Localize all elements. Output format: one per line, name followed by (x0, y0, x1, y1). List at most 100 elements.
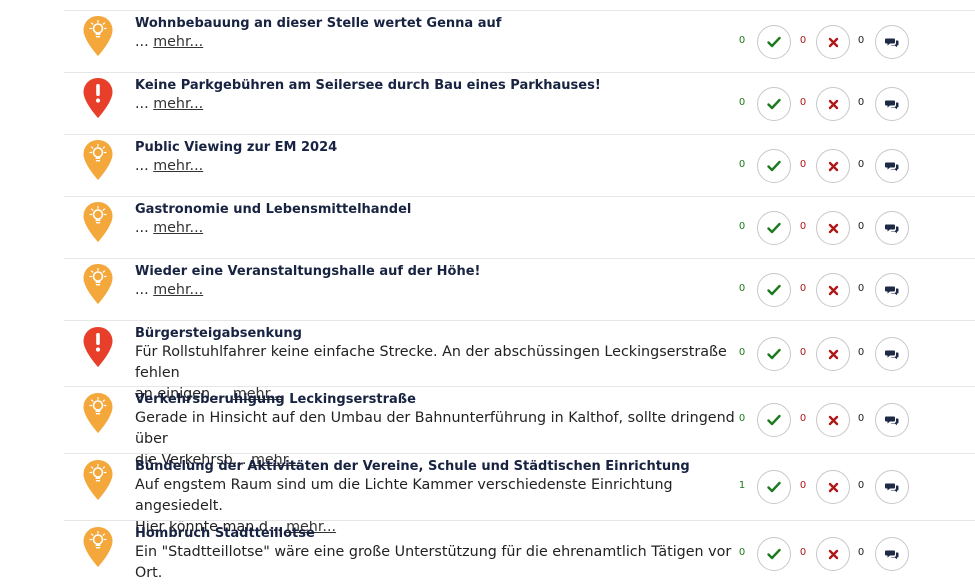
item-text: Wieder eine Veranstaltungshalle auf der … (135, 263, 740, 301)
list-item-6: Bürgersteigabsenkung Für Rollstuhlfahrer… (64, 320, 975, 402)
comments-icon (885, 100, 899, 109)
comment-button[interactable] (875, 470, 909, 504)
reject-button[interactable] (816, 403, 850, 437)
item-title[interactable]: Verkehrsberuhigung Leckingserstraße (135, 391, 740, 408)
reject-count: 0 (799, 97, 807, 108)
list-item-4: Gastronomie und Lebensmittelhandel ... m… (64, 196, 975, 258)
comment-button[interactable] (875, 337, 909, 371)
comment-button[interactable] (875, 537, 909, 571)
approve-button[interactable] (757, 337, 791, 371)
more-link[interactable]: mehr... (153, 220, 203, 236)
map-pin (82, 263, 114, 305)
x-icon (828, 482, 838, 492)
item-text: Keine Parkgebühren am Seilersee durch Ba… (135, 77, 740, 115)
x-icon (828, 549, 838, 559)
reject-count: 0 (799, 221, 807, 232)
exclamation-pin-icon (83, 327, 113, 367)
approve-count: 0 (738, 221, 746, 232)
check-icon (767, 481, 781, 493)
reject-button[interactable] (816, 470, 850, 504)
reject-count: 0 (799, 480, 807, 491)
approve-button[interactable] (757, 403, 791, 437)
reject-count: 0 (799, 283, 807, 294)
reject-count: 0 (799, 35, 807, 46)
approve-button[interactable] (757, 537, 791, 571)
comments-icon (885, 483, 899, 492)
approve-button[interactable] (757, 149, 791, 183)
exclamation-pin-icon (83, 78, 113, 118)
x-icon (828, 99, 838, 109)
comment-button[interactable] (875, 211, 909, 245)
reject-button[interactable] (816, 87, 850, 121)
check-icon (767, 36, 781, 48)
approve-button[interactable] (757, 211, 791, 245)
lightbulb-pin-icon (83, 16, 113, 56)
item-title[interactable]: Bündelung der Aktivitäten der Vereine, S… (135, 458, 740, 475)
proposal-list: Wohnbebauung an dieser Stelle wertet Gen… (64, 10, 975, 587)
comment-count: 0 (857, 347, 865, 358)
list-item-3: Public Viewing zur EM 2024 ... mehr... 0… (64, 134, 975, 196)
reject-button[interactable] (816, 337, 850, 371)
map-pin (82, 139, 114, 181)
approve-button[interactable] (757, 470, 791, 504)
item-title[interactable]: Wieder eine Veranstaltungshalle auf der … (135, 263, 740, 280)
list-item-8: Bündelung der Aktivitäten der Vereine, S… (64, 453, 975, 535)
item-description-text: ... (135, 158, 149, 174)
vote-controls: 0 0 0 (736, 537, 975, 571)
item-description-text: Auf engstem Raum sind um die Lichte Kamm… (135, 477, 673, 514)
reject-button[interactable] (816, 273, 850, 307)
comment-button[interactable] (875, 87, 909, 121)
item-description-text: ... (135, 34, 149, 50)
approve-button[interactable] (757, 87, 791, 121)
item-title[interactable]: Bürgersteigabsenkung (135, 325, 740, 342)
vote-controls: 0 0 0 (736, 403, 975, 437)
comment-count: 0 (857, 413, 865, 424)
reject-button[interactable] (816, 25, 850, 59)
list-item-5: Wieder eine Veranstaltungshalle auf der … (64, 258, 975, 320)
lightbulb-pin-icon (83, 202, 113, 242)
comment-button[interactable] (875, 149, 909, 183)
comment-count: 0 (857, 283, 865, 294)
item-description-line: ... mehr... (135, 94, 740, 115)
comment-button[interactable] (875, 25, 909, 59)
comment-count: 0 (857, 159, 865, 170)
comment-button[interactable] (875, 273, 909, 307)
comments-icon (885, 550, 899, 559)
item-text: Gastronomie und Lebensmittelhandel ... m… (135, 201, 740, 239)
check-icon (767, 98, 781, 110)
item-title[interactable]: Hombruch Stadtteillotse (135, 525, 740, 542)
reject-button[interactable] (816, 149, 850, 183)
comment-button[interactable] (875, 403, 909, 437)
approve-count: 0 (738, 413, 746, 424)
reject-button[interactable] (816, 537, 850, 571)
reject-count: 0 (799, 347, 807, 358)
lightbulb-pin-icon (83, 140, 113, 180)
comments-icon (885, 224, 899, 233)
item-description-text: ... (135, 220, 149, 236)
list-item-1: Wohnbebauung an dieser Stelle wertet Gen… (64, 10, 975, 72)
check-icon (767, 414, 781, 426)
approve-button[interactable] (757, 273, 791, 307)
item-description-text: Für Rollstuhlfahrer keine einfache Strec… (135, 344, 727, 381)
vote-controls: 0 0 0 (736, 25, 975, 59)
approve-count: 0 (738, 159, 746, 170)
more-link[interactable]: mehr... (153, 158, 203, 174)
item-title[interactable]: Public Viewing zur EM 2024 (135, 139, 740, 156)
more-link[interactable]: mehr... (153, 96, 203, 112)
map-pin (82, 459, 114, 501)
item-description-text: ... (135, 96, 149, 112)
more-link[interactable]: mehr... (153, 282, 203, 298)
item-title[interactable]: Gastronomie und Lebensmittelhandel (135, 201, 740, 218)
reject-button[interactable] (816, 211, 850, 245)
item-title[interactable]: Wohnbebauung an dieser Stelle wertet Gen… (135, 15, 740, 32)
approve-count: 0 (738, 547, 746, 558)
check-icon (767, 284, 781, 296)
list-item-2: Keine Parkgebühren am Seilersee durch Ba… (64, 72, 975, 134)
comments-icon (885, 38, 899, 47)
item-text: Public Viewing zur EM 2024 ... mehr... (135, 139, 740, 177)
item-title[interactable]: Keine Parkgebühren am Seilersee durch Ba… (135, 77, 740, 94)
approve-button[interactable] (757, 25, 791, 59)
x-icon (828, 161, 838, 171)
more-link[interactable]: mehr... (153, 34, 203, 50)
map-pin (82, 15, 114, 57)
